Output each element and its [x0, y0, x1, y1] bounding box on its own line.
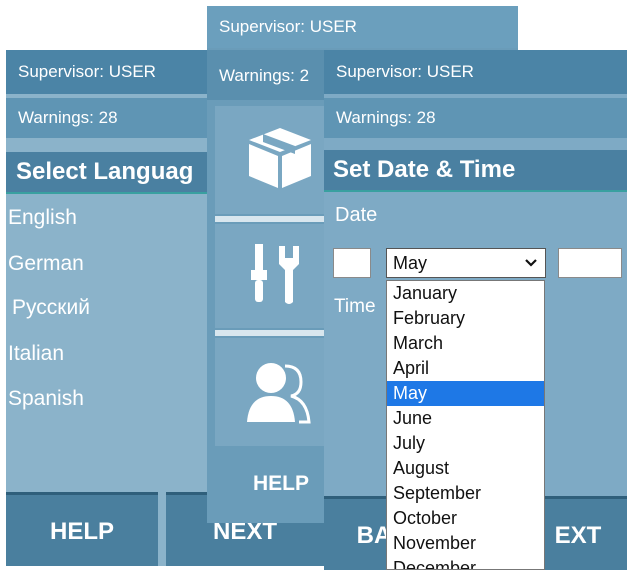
page-title: Set Date & Time: [324, 150, 627, 192]
month-option-selected[interactable]: May: [387, 381, 544, 406]
box-icon: [249, 128, 311, 188]
supervisor-label: Supervisor: USER: [324, 50, 627, 94]
month-option[interactable]: December: [387, 556, 544, 569]
warnings-label: Warnings: 28: [324, 98, 627, 138]
month-select[interactable]: May: [386, 248, 546, 278]
time-label: Time: [334, 296, 376, 317]
language-option-german[interactable]: German: [8, 250, 84, 278]
month-dropdown-list[interactable]: January February March April May June Ju…: [386, 280, 545, 570]
users-icon: [247, 363, 311, 424]
month-option[interactable]: January: [387, 281, 544, 306]
supervisor-label: Supervisor: USER: [207, 6, 518, 48]
month-option[interactable]: October: [387, 506, 544, 531]
date-label: Date: [335, 204, 378, 226]
help-button[interactable]: HELP: [6, 492, 158, 566]
month-option[interactable]: July: [387, 431, 544, 456]
month-select-value: May: [393, 253, 428, 273]
month-option[interactable]: March: [387, 331, 544, 356]
month-option[interactable]: June: [387, 406, 544, 431]
chevron-down-icon: [525, 259, 537, 267]
month-option[interactable]: April: [387, 356, 544, 381]
language-option-russian[interactable]: Русский: [12, 294, 90, 322]
language-option-english[interactable]: English: [8, 204, 77, 232]
month-option[interactable]: February: [387, 306, 544, 331]
month-option[interactable]: August: [387, 456, 544, 481]
day-input[interactable]: [333, 248, 371, 278]
language-option-italian[interactable]: Italian: [8, 340, 64, 368]
month-option[interactable]: November: [387, 531, 544, 556]
date-time-panel: Supervisor: USER Warnings: 28 Set Date &…: [324, 50, 627, 570]
tools-icon: [251, 244, 299, 304]
language-option-spanish[interactable]: Spanish: [8, 385, 84, 413]
year-input[interactable]: [558, 248, 622, 278]
month-option[interactable]: September: [387, 481, 544, 506]
